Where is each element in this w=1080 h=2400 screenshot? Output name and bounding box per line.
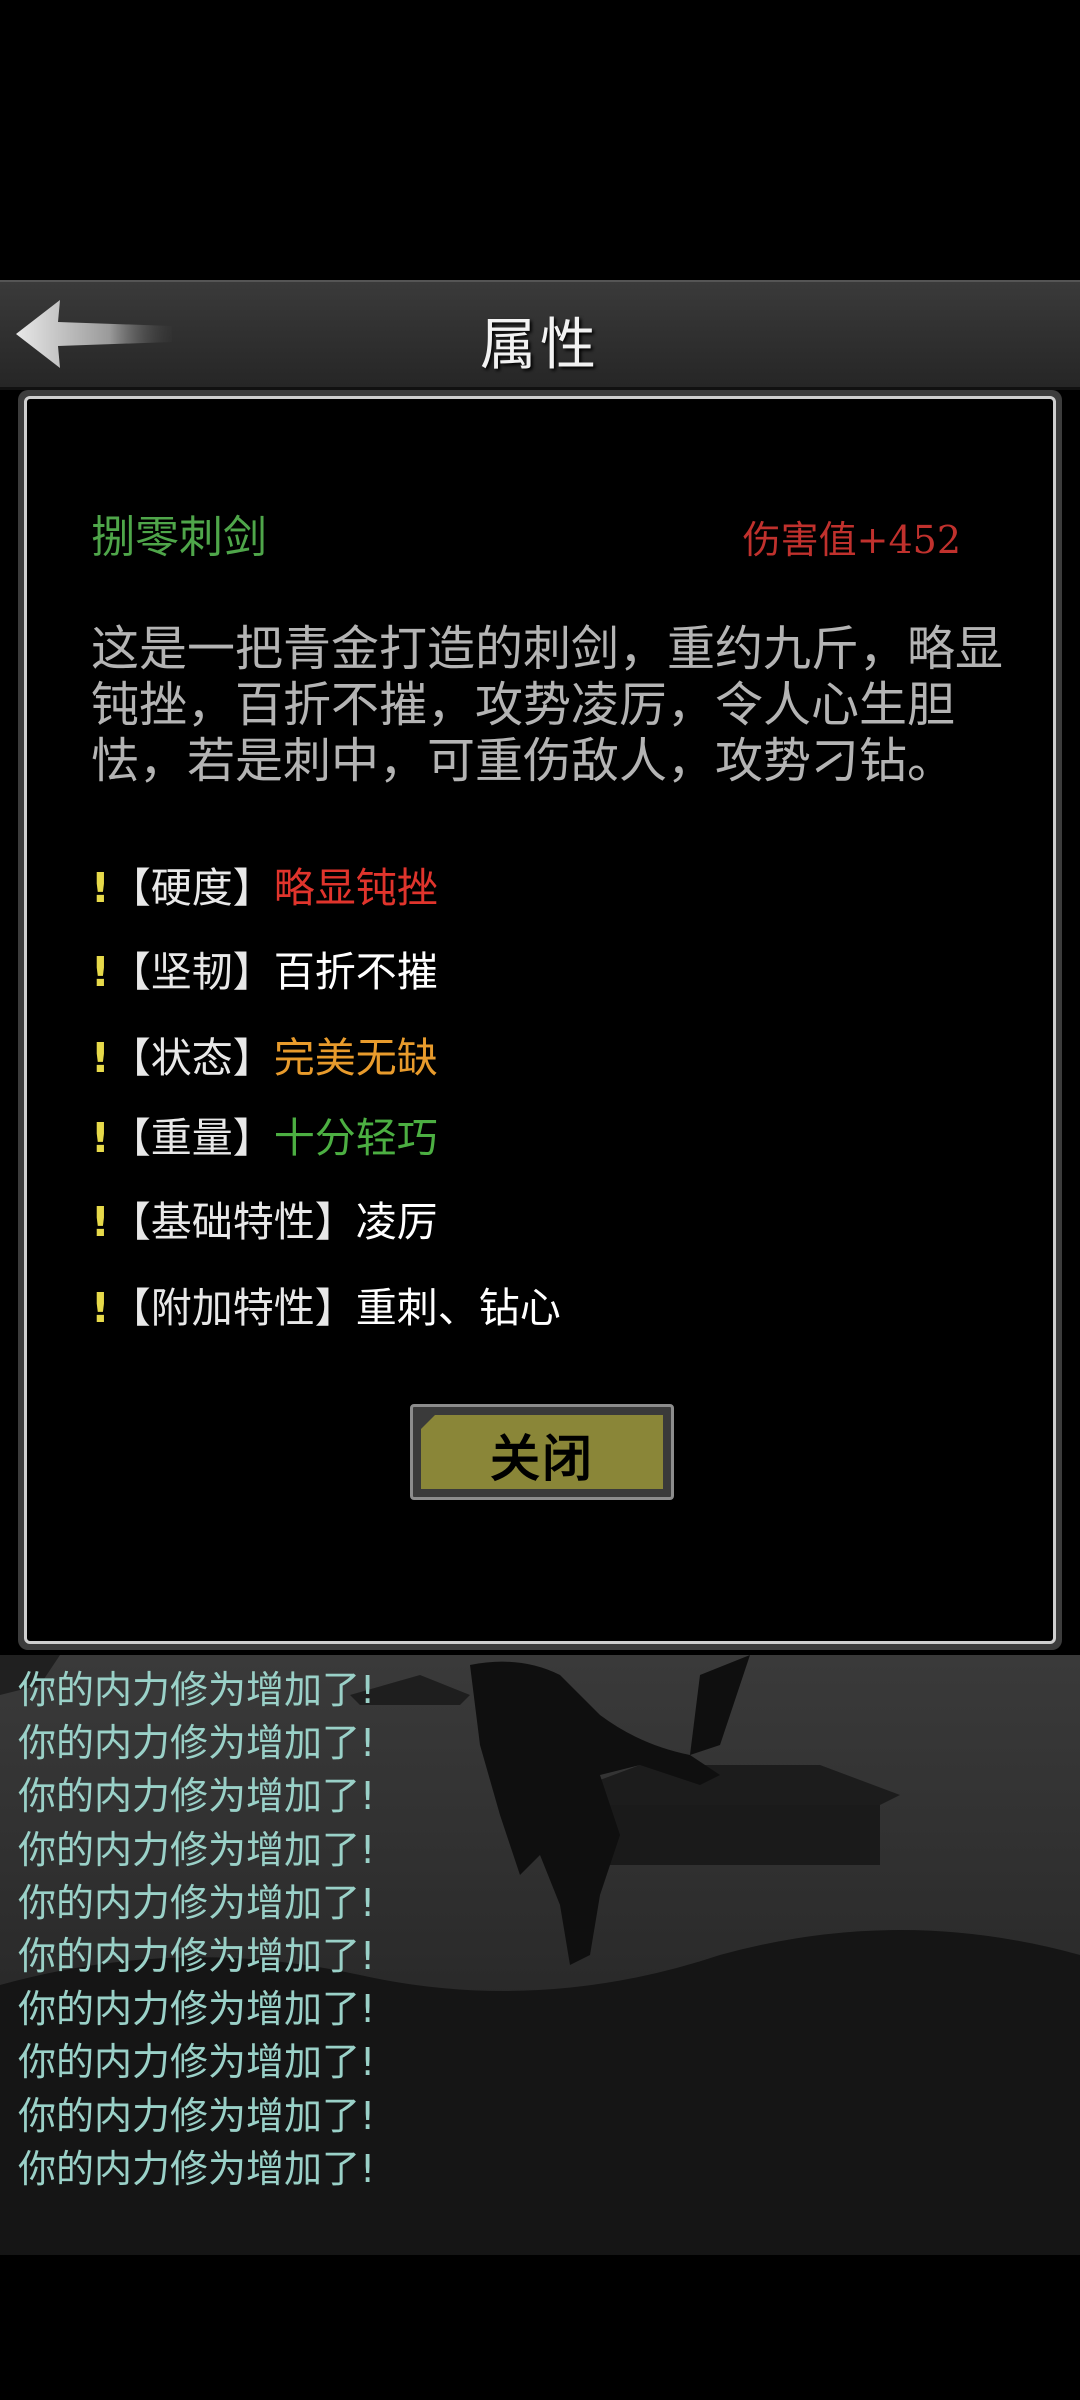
attribute-value: 十分轻巧	[273, 1114, 438, 1162]
log-line: 你的内力修为增加了!	[18, 1934, 376, 1979]
log-line: 你的内力修为增加了!	[18, 1827, 376, 1872]
attribute-label: 【状态】	[109, 1034, 274, 1082]
attribute-value: 略显钝挫	[273, 864, 438, 912]
attribute-value: 百折不摧	[273, 948, 438, 996]
attribute-row-toughness: !【坚韧】百折不摧	[91, 947, 438, 997]
log-line: 你的内力修为增加了!	[18, 1668, 376, 1712]
log-line: 你的内力修为增加了!	[18, 1987, 376, 2032]
attribute-value: 重刺、钻心	[355, 1284, 561, 1332]
attribute-label: 【硬度】	[109, 864, 274, 912]
attribute-row-condition: !【状态】完美无缺	[91, 1033, 438, 1083]
page-title: 属性	[480, 313, 600, 378]
exclamation-icon: !	[91, 1198, 110, 1246]
log-line: 你的内力修为增加了!	[18, 1721, 376, 1766]
attribute-label: 【基础特性】	[109, 1198, 356, 1246]
exclamation-icon: !	[91, 1034, 110, 1082]
screen: { "header": { "title": "属性", "back_icon"…	[0, 0, 1080, 2400]
attribute-row-extra-trait: !【附加特性】重刺、钻心	[91, 1283, 561, 1333]
attribute-value: 凌厉	[355, 1198, 438, 1246]
log-line: 你的内力修为增加了!	[18, 2040, 376, 2085]
attribute-row-hardness: !【硬度】略显钝挫	[91, 863, 438, 913]
attribute-label: 【附加特性】	[109, 1284, 356, 1332]
exclamation-icon: !	[91, 948, 110, 996]
damage-value: 伤害值+452	[742, 518, 961, 562]
attribute-label: 【重量】	[109, 1114, 274, 1162]
attribute-label: 【坚韧】	[109, 948, 274, 996]
attribute-row-base-trait: !【基础特性】凌厉	[91, 1197, 438, 1247]
exclamation-icon: !	[91, 1284, 110, 1332]
close-button[interactable]: 关闭	[410, 1404, 674, 1500]
header-bar: 属性	[0, 280, 1080, 390]
log-line: 你的内力修为增加了!	[18, 1774, 376, 1819]
log-line: 你的内力修为增加了!	[18, 2093, 376, 2138]
close-button-label: 关闭	[490, 1429, 594, 1488]
log-line: 你的内力修为增加了!	[18, 1880, 376, 1925]
exclamation-icon: !	[91, 864, 110, 912]
attribute-value: 完美无缺	[273, 1034, 438, 1082]
item-description: 这是一把青金打造的刺剑，重约九斤，略显钝挫，百折不摧，攻势凌厉，令人心生胆怯，若…	[91, 621, 1004, 789]
log-line: 你的内力修为增加了!	[18, 2146, 376, 2191]
attribute-row-weight: !【重量】十分轻巧	[91, 1113, 438, 1163]
dialog-panel: 捌零刺剑 伤害值+452 这是一把青金打造的刺剑，重约九斤，略显钝挫，百折不摧，…	[24, 396, 1056, 1644]
item-name: 捌零刺剑	[91, 512, 267, 563]
exclamation-icon: !	[91, 1114, 110, 1162]
message-log: 你的内力修为增加了! 你的内力修为增加了! 你的内力修为增加了! 你的内力修为增…	[18, 1664, 718, 2196]
attribute-dialog: 捌零刺剑 伤害值+452 这是一把青金打造的刺剑，重约九斤，略显钝挫，百折不摧，…	[18, 390, 1062, 1650]
